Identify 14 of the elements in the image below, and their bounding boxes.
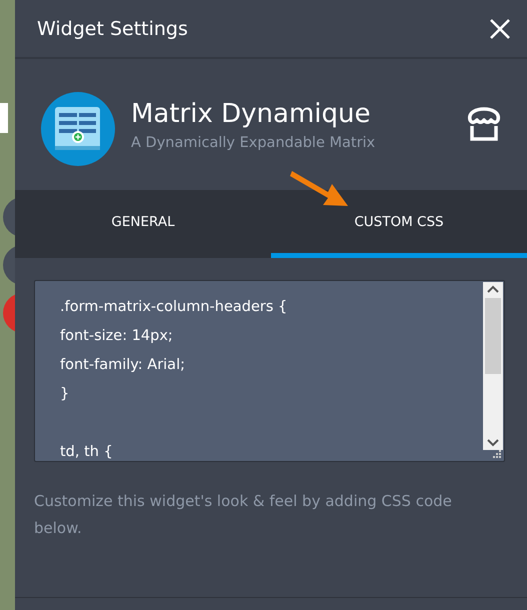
window-title: Widget Settings — [37, 18, 188, 40]
widget-description: A Dynamically Expandable Matrix — [131, 134, 376, 150]
tab[interactable]: GENERAL — [15, 190, 271, 258]
page-edge-marker — [0, 103, 8, 133]
scrollbar[interactable] — [483, 282, 503, 450]
resize-grip-icon[interactable] — [492, 449, 502, 459]
table-widget-icon — [40, 90, 116, 166]
help-text: Customize this widget's look & feel by adding CSS code below. — [34, 491, 453, 539]
scrollbar-thumb[interactable] — [485, 298, 501, 374]
css-code-field[interactable]: .form-matrix-column-headers { font-size: 14px; font-family: Arial; } td, th { — [34, 280, 505, 462]
widget-name: Matrix Dynamique — [131, 98, 372, 128]
store-icon[interactable] — [465, 106, 503, 142]
close-button[interactable] — [489, 18, 511, 40]
close-icon — [489, 18, 511, 40]
